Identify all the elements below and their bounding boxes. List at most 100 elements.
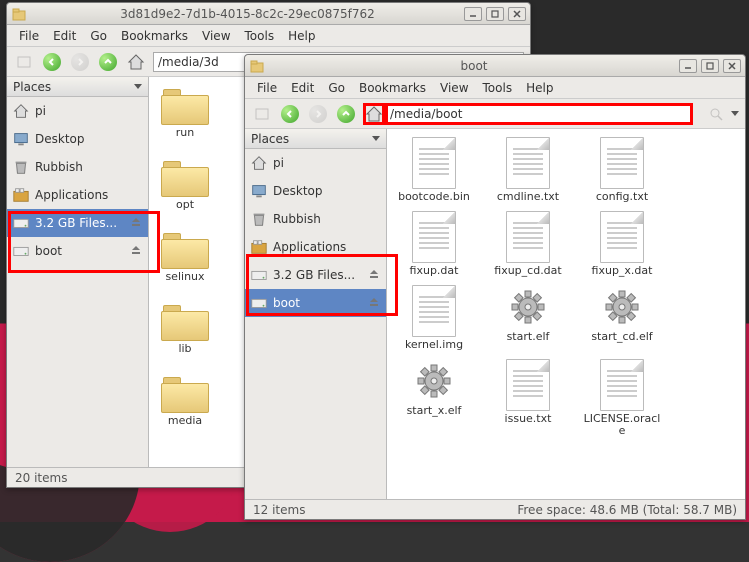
zoom-button[interactable]	[705, 103, 727, 125]
file-label: config.txt	[596, 191, 648, 203]
eject-icon[interactable]	[368, 296, 382, 311]
new-tab-button[interactable]	[251, 103, 273, 125]
home-icon	[249, 154, 269, 172]
folder-item[interactable]: lib	[157, 301, 213, 355]
menu-go[interactable]: Go	[322, 79, 351, 97]
trash-icon	[249, 210, 269, 228]
menu-bookmarks[interactable]: Bookmarks	[353, 79, 432, 97]
file-item[interactable]: bootcode.bin	[395, 137, 473, 203]
forward-button[interactable]	[307, 103, 329, 125]
back-button[interactable]	[41, 51, 63, 73]
up-button[interactable]	[97, 51, 119, 73]
menu-bookmarks[interactable]: Bookmarks	[115, 27, 194, 45]
chevron-down-icon	[731, 111, 739, 116]
sidebar-item-rubbish[interactable]: Rubbish	[245, 205, 386, 233]
file-item[interactable]: cmdline.txt	[489, 137, 567, 203]
home-icon	[11, 102, 31, 120]
menu-edit[interactable]: Edit	[285, 79, 320, 97]
folder-item[interactable]: opt	[157, 157, 213, 211]
back-button[interactable]	[279, 103, 301, 125]
menu-file[interactable]: File	[13, 27, 45, 45]
sidebar-item-3-2-gb-files-[interactable]: 3.2 GB Files...	[7, 209, 148, 237]
file-item[interactable]: fixup_x.dat	[583, 211, 661, 277]
folder-item[interactable]: media	[157, 373, 213, 427]
sidebar-item-desktop[interactable]: Desktop	[245, 177, 386, 205]
maximize-button[interactable]	[701, 59, 719, 73]
menu-view[interactable]: View	[434, 79, 474, 97]
eject-icon[interactable]	[130, 216, 144, 231]
desktop-icon	[11, 130, 31, 148]
home-path-group	[363, 103, 385, 125]
status-text: 20 items	[15, 471, 67, 485]
sidebar-item-applications[interactable]: Applications	[7, 181, 148, 209]
titlebar[interactable]: 3d81d9e2-7d1b-4015-8c2c-29ec0875f762	[7, 3, 530, 25]
menu-tools[interactable]: Tools	[239, 27, 281, 45]
drive-icon	[249, 294, 269, 312]
close-button[interactable]	[723, 59, 741, 73]
file-label: LICENSE.oracle	[583, 413, 661, 437]
file-item[interactable]: start.elf	[489, 285, 567, 351]
sidebar-item-boot[interactable]: boot	[7, 237, 148, 265]
file-label: bootcode.bin	[398, 191, 470, 203]
menu-view[interactable]: View	[196, 27, 236, 45]
menu-help[interactable]: Help	[282, 27, 321, 45]
menubar: File Edit Go Bookmarks View Tools Help	[7, 25, 530, 47]
file-item[interactable]: start_cd.elf	[583, 285, 661, 351]
file-item[interactable]: start_x.elf	[395, 359, 473, 437]
home-button[interactable]	[125, 51, 147, 73]
file-label: start_cd.elf	[591, 331, 652, 343]
sidebar-item-label: Applications	[273, 240, 382, 254]
file-item[interactable]: kernel.img	[395, 285, 473, 351]
folder-item[interactable]: run	[157, 85, 213, 139]
document-icon	[506, 137, 550, 189]
file-view[interactable]: bootcode.bin cmdline.txt config.txt fixup.d…	[387, 129, 745, 499]
minimize-button[interactable]	[679, 59, 697, 73]
document-icon	[600, 359, 644, 411]
file-item[interactable]: issue.txt	[489, 359, 567, 437]
sidebar-item-boot[interactable]: boot	[245, 289, 386, 317]
path-input[interactable]	[385, 103, 693, 125]
sidebar-item-3-2-gb-files-[interactable]: 3.2 GB Files...	[245, 261, 386, 289]
app-icon	[11, 6, 27, 22]
places-header[interactable]: Places	[245, 129, 386, 149]
menu-edit[interactable]: Edit	[47, 27, 82, 45]
maximize-button[interactable]	[486, 7, 504, 21]
file-item[interactable]: fixup_cd.dat	[489, 211, 567, 277]
menu-tools[interactable]: Tools	[477, 79, 519, 97]
menu-file[interactable]: File	[251, 79, 283, 97]
file-label: cmdline.txt	[497, 191, 559, 203]
sidebar-item-pi[interactable]: pi	[245, 149, 386, 177]
menu-go[interactable]: Go	[84, 27, 113, 45]
eject-icon[interactable]	[130, 244, 144, 259]
file-label: fixup.dat	[410, 265, 459, 277]
sidebar-item-label: boot	[35, 244, 126, 258]
file-label: media	[168, 415, 202, 427]
folder-icon	[161, 373, 209, 413]
minimize-button[interactable]	[464, 7, 482, 21]
places-sidebar: Places pi Desktop Rubbish Applications 3.2 G…	[245, 129, 387, 499]
sidebar-item-rubbish[interactable]: Rubbish	[7, 153, 148, 181]
up-button[interactable]	[335, 103, 357, 125]
document-icon	[412, 137, 456, 189]
folder-item[interactable]: selinux	[157, 229, 213, 283]
sidebar-item-label: Desktop	[35, 132, 144, 146]
gear-icon	[600, 285, 644, 329]
close-button[interactable]	[508, 7, 526, 21]
file-item[interactable]: config.txt	[583, 137, 661, 203]
eject-icon[interactable]	[368, 268, 382, 283]
file-item[interactable]: fixup.dat	[395, 211, 473, 277]
places-sidebar: Places pi Desktop RubbishApplications3.2 G…	[7, 77, 149, 467]
sidebar-item-label: Desktop	[273, 184, 382, 198]
sidebar-item-label: boot	[273, 296, 364, 310]
sidebar-item-desktop[interactable]: Desktop	[7, 125, 148, 153]
statusbar: 12 items Free space: 48.6 MB (Total: 58.…	[245, 499, 745, 519]
file-item[interactable]: LICENSE.oracle	[583, 359, 661, 437]
menu-help[interactable]: Help	[520, 79, 559, 97]
sidebar-item-label: Rubbish	[273, 212, 382, 226]
sidebar-item-applications[interactable]: Applications	[245, 233, 386, 261]
sidebar-item-pi[interactable]: pi	[7, 97, 148, 125]
forward-button[interactable]	[69, 51, 91, 73]
new-tab-button[interactable]	[13, 51, 35, 73]
titlebar[interactable]: boot	[245, 55, 745, 77]
places-header[interactable]: Places	[7, 77, 148, 97]
